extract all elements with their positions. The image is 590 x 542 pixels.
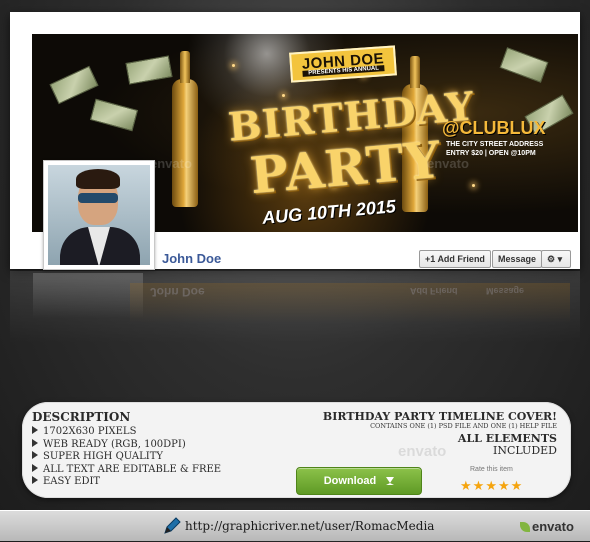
included-text: INCLUDED — [492, 444, 557, 457]
author-profile-link[interactable]: http://graphicriver.net/user/RomacMedia — [185, 519, 434, 533]
envato-watermark: envato — [427, 156, 469, 171]
feature-item: SUPER HIGH QUALITY — [32, 451, 221, 464]
reflection-name: John Doe — [150, 285, 205, 299]
star-icon[interactable]: ★ — [460, 479, 472, 492]
pen-icon — [164, 517, 181, 534]
info-panel: DESCRIPTION 1702X630 PIXELS WEB READY (R… — [22, 402, 571, 498]
download-label: Download — [323, 475, 377, 487]
profile-name[interactable]: John Doe — [162, 251, 221, 266]
download-button[interactable]: Download — [296, 467, 422, 495]
envato-logo-text: envato — [532, 519, 574, 534]
arrow-right-icon — [32, 476, 38, 484]
leaf-icon — [520, 521, 530, 532]
profile-picture[interactable] — [43, 160, 155, 270]
arrow-right-icon — [32, 426, 38, 434]
money-bill-image — [49, 65, 99, 105]
money-bill-image — [125, 55, 173, 85]
arrow-right-icon — [32, 451, 38, 459]
download-arrow-icon — [386, 477, 395, 485]
add-friend-label: Add Friend — [437, 254, 485, 264]
footer-bar: http://graphicriver.net/user/RomacMedia … — [0, 510, 590, 541]
add-friend-button[interactable]: +1 Add Friend — [419, 250, 491, 268]
rating-stars[interactable]: ★ ★ ★ ★ ★ — [460, 479, 522, 492]
reflection-add-friend: Add Friend — [410, 286, 458, 296]
brand-badge: JOHN DOE PRESENTS HIS ANNUAL — [289, 45, 398, 83]
arrow-right-icon — [32, 438, 38, 447]
facebook-profile-card: JOHN DOE PRESENTS HIS ANNUAL BIRTHDAY PA… — [10, 12, 580, 270]
contains-text: CONTAINS ONE (1) PSD FILE AND ONE (1) HE… — [370, 422, 557, 430]
venue-name: @CLUBLUX — [442, 118, 546, 138]
star-icon[interactable]: ★ — [511, 479, 523, 492]
champagne-bottle-image — [172, 51, 198, 207]
arrow-right-icon — [32, 463, 38, 472]
feature-item: ALL TEXT ARE EDITABLE & FREE — [32, 463, 221, 477]
description-title: DESCRIPTION — [32, 410, 131, 424]
star-icon[interactable]: ★ — [498, 479, 510, 492]
card-reflection: John Doe Add Friend Message — [10, 271, 580, 351]
feature-item: WEB READY (RGB, 100DPI) — [32, 438, 221, 452]
message-button[interactable]: Message — [492, 250, 543, 268]
feature-item: 1702X630 PIXELS — [32, 426, 221, 439]
money-bill-image — [499, 47, 549, 83]
money-bill-image — [89, 98, 139, 132]
star-icon[interactable]: ★ — [485, 479, 497, 492]
gear-dropdown-button[interactable]: ⚙ ▾ — [541, 250, 571, 268]
reflection-message: Message — [486, 286, 525, 296]
star-icon[interactable]: ★ — [473, 479, 485, 492]
venue-address: THE CITY STREET ADDRESS — [446, 141, 544, 148]
envato-watermark: envato — [150, 156, 192, 171]
envato-logo: envato — [520, 519, 574, 534]
add-friend-icon: +1 — [425, 254, 438, 264]
rate-label: Rate this item — [470, 466, 513, 473]
feature-item: EASY EDIT — [32, 476, 221, 489]
avatar — [48, 165, 150, 265]
envato-watermark: envato — [398, 443, 447, 460]
sunglasses-icon — [78, 193, 118, 203]
feature-list: 1702X630 PIXELS WEB READY (RGB, 100DPI) … — [32, 426, 221, 489]
